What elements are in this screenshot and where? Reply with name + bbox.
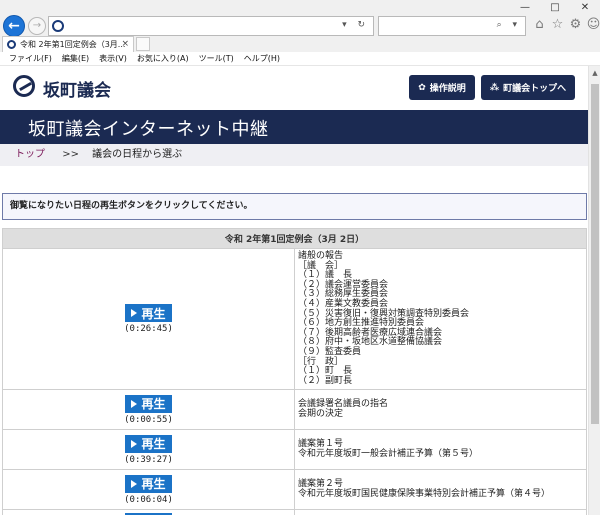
logo-icon[interactable] bbox=[13, 75, 35, 97]
agenda-item-text: 諸般の報告 ［議 会］ （１）議 長 （２）議会運営委員会 （３）総務厚生委員会… bbox=[294, 247, 587, 391]
breadcrumb-separator: >> bbox=[62, 149, 79, 160]
session-schedule-table: 令和 2年第1回定例会（3月 2日） 再生 (0:26:45) 諸般の報告 ［議… bbox=[2, 228, 587, 515]
play-button[interactable]: 再生 bbox=[125, 434, 172, 453]
page-viewport: 坂町議会 ✿ 操作説明 ⁂ 町議会トップへ 坂町議会インターネット中継 トップ … bbox=[0, 66, 600, 515]
agenda-item-text: 会議録署名議員の指名 会期の決定 bbox=[294, 389, 587, 431]
page-scrollbar[interactable]: ▲ bbox=[588, 66, 600, 515]
play-duration: (0:26:45) bbox=[124, 324, 173, 335]
table-row: 再生 (0:39:27) 議案第１号 令和元年度坂町一般会計補正予算（第５号） bbox=[2, 429, 587, 471]
browser-chrome: — □ ✕ ← → ▾ ↻ ⌕ ▾ ⌂ ☆ ⚙ ☺ 令和 2年第1回定例会（3月… bbox=[0, 0, 600, 52]
agenda-item-text: 議案第１号 令和元年度坂町一般会計補正予算（第５号） bbox=[294, 429, 587, 471]
agenda-item-text bbox=[294, 509, 587, 515]
play-icon bbox=[131, 439, 138, 448]
play-duration: (0:39:27) bbox=[124, 454, 173, 465]
menu-tools[interactable]: ツール(T) bbox=[194, 52, 239, 65]
site-header: 坂町議会 ✿ 操作説明 ⁂ 町議会トップへ bbox=[0, 66, 588, 108]
table-row: 再生 (0:00:55) 会議録署名議員の指名 会期の決定 bbox=[2, 389, 587, 431]
breadcrumb: トップ >> 議会の日程から選ぶ bbox=[0, 144, 588, 166]
forward-button[interactable]: → bbox=[28, 17, 46, 35]
search-controls[interactable]: ⌕ ▾ bbox=[497, 20, 521, 30]
home-icon[interactable]: ⌂ bbox=[532, 17, 547, 33]
window-controls: — □ ✕ bbox=[510, 0, 600, 14]
tab-favicon-icon bbox=[7, 40, 16, 49]
scrollbar-thumb[interactable] bbox=[591, 84, 599, 424]
back-button[interactable]: ← bbox=[3, 15, 25, 37]
menu-favorites[interactable]: お気に入り(A) bbox=[132, 52, 194, 65]
site-favicon-icon bbox=[52, 20, 64, 32]
browser-toolbar: ⌂ ☆ ⚙ ☺ bbox=[532, 17, 600, 33]
help-button[interactable]: ✿ 操作説明 bbox=[409, 75, 475, 100]
maximize-icon[interactable]: □ bbox=[540, 0, 570, 14]
address-bar[interactable]: ▾ ↻ bbox=[48, 16, 374, 36]
settings-gear-icon[interactable]: ⚙ bbox=[568, 17, 583, 33]
browser-tab[interactable]: 令和 2年第1回定例会（3月... × bbox=[2, 36, 134, 52]
table-row: 再生 bbox=[2, 509, 587, 515]
play-duration: (0:06:04) bbox=[124, 494, 173, 505]
feedback-smiley-icon[interactable]: ☺ bbox=[586, 17, 600, 33]
tab-close-icon[interactable]: × bbox=[121, 37, 129, 52]
play-icon bbox=[131, 309, 138, 318]
new-tab-button[interactable] bbox=[136, 37, 150, 51]
menu-edit[interactable]: 編集(E) bbox=[57, 52, 94, 65]
close-icon[interactable]: ✕ bbox=[570, 0, 600, 14]
menu-help[interactable]: ヘルプ(H) bbox=[239, 52, 285, 65]
menu-bar: ファイル(F) 編集(E) 表示(V) お気に入り(A) ツール(T) ヘルプ(… bbox=[0, 52, 600, 66]
breadcrumb-home-link[interactable]: トップ bbox=[15, 149, 45, 160]
play-button[interactable]: 再生 bbox=[125, 474, 172, 493]
tab-row: 令和 2年第1回定例会（3月... × bbox=[0, 36, 600, 52]
breadcrumb-current: 議会の日程から選ぶ bbox=[92, 149, 183, 160]
agenda-item-text: 議案第２号 令和元年度坂町国民健康保険事業特別会計補正予算（第４号） bbox=[294, 469, 587, 511]
instruction-box: 御覧になりたい日程の再生ボタンをクリックしてください。 bbox=[2, 193, 587, 220]
help-button-label: 操作説明 bbox=[429, 84, 466, 94]
session-heading: 令和 2年第1回定例会（3月 2日） bbox=[2, 228, 587, 249]
search-input[interactable]: ⌕ ▾ bbox=[378, 16, 526, 36]
page-title: 坂町議会インターネット中継 bbox=[28, 119, 269, 140]
table-header-row: 令和 2年第1回定例会（3月 2日） bbox=[2, 228, 587, 249]
play-duration: (0:00:55) bbox=[124, 414, 173, 425]
council-top-button[interactable]: ⁂ 町議会トップへ bbox=[481, 75, 575, 100]
address-controls[interactable]: ▾ ↻ bbox=[342, 20, 369, 30]
table-row: 再生 (0:06:04) 議案第２号 令和元年度坂町国民健康保険事業特別会計補正… bbox=[2, 469, 587, 511]
table-row: 再生 (0:26:45) 諸般の報告 ［議 会］ （１）議 長 （２）議会運営委… bbox=[2, 247, 587, 391]
council-top-button-label: 町議会トップへ bbox=[503, 84, 567, 94]
page-banner: 坂町議会インターネット中継 bbox=[0, 110, 588, 144]
favorites-star-icon[interactable]: ☆ bbox=[550, 17, 565, 33]
tab-title: 令和 2年第1回定例会（3月... bbox=[20, 40, 126, 49]
play-icon bbox=[131, 399, 138, 408]
play-button[interactable]: 再生 bbox=[125, 394, 172, 413]
play-button[interactable]: 再生 bbox=[125, 304, 172, 323]
site-name[interactable]: 坂町議会 bbox=[43, 76, 111, 101]
menu-view[interactable]: 表示(V) bbox=[94, 52, 132, 65]
minimize-icon[interactable]: — bbox=[510, 0, 540, 14]
menu-file[interactable]: ファイル(F) bbox=[4, 52, 57, 65]
play-icon bbox=[131, 479, 138, 488]
gear-icon: ✿ bbox=[418, 82, 426, 93]
sitemap-icon: ⁂ bbox=[489, 82, 500, 93]
scroll-up-icon[interactable]: ▲ bbox=[589, 66, 600, 80]
